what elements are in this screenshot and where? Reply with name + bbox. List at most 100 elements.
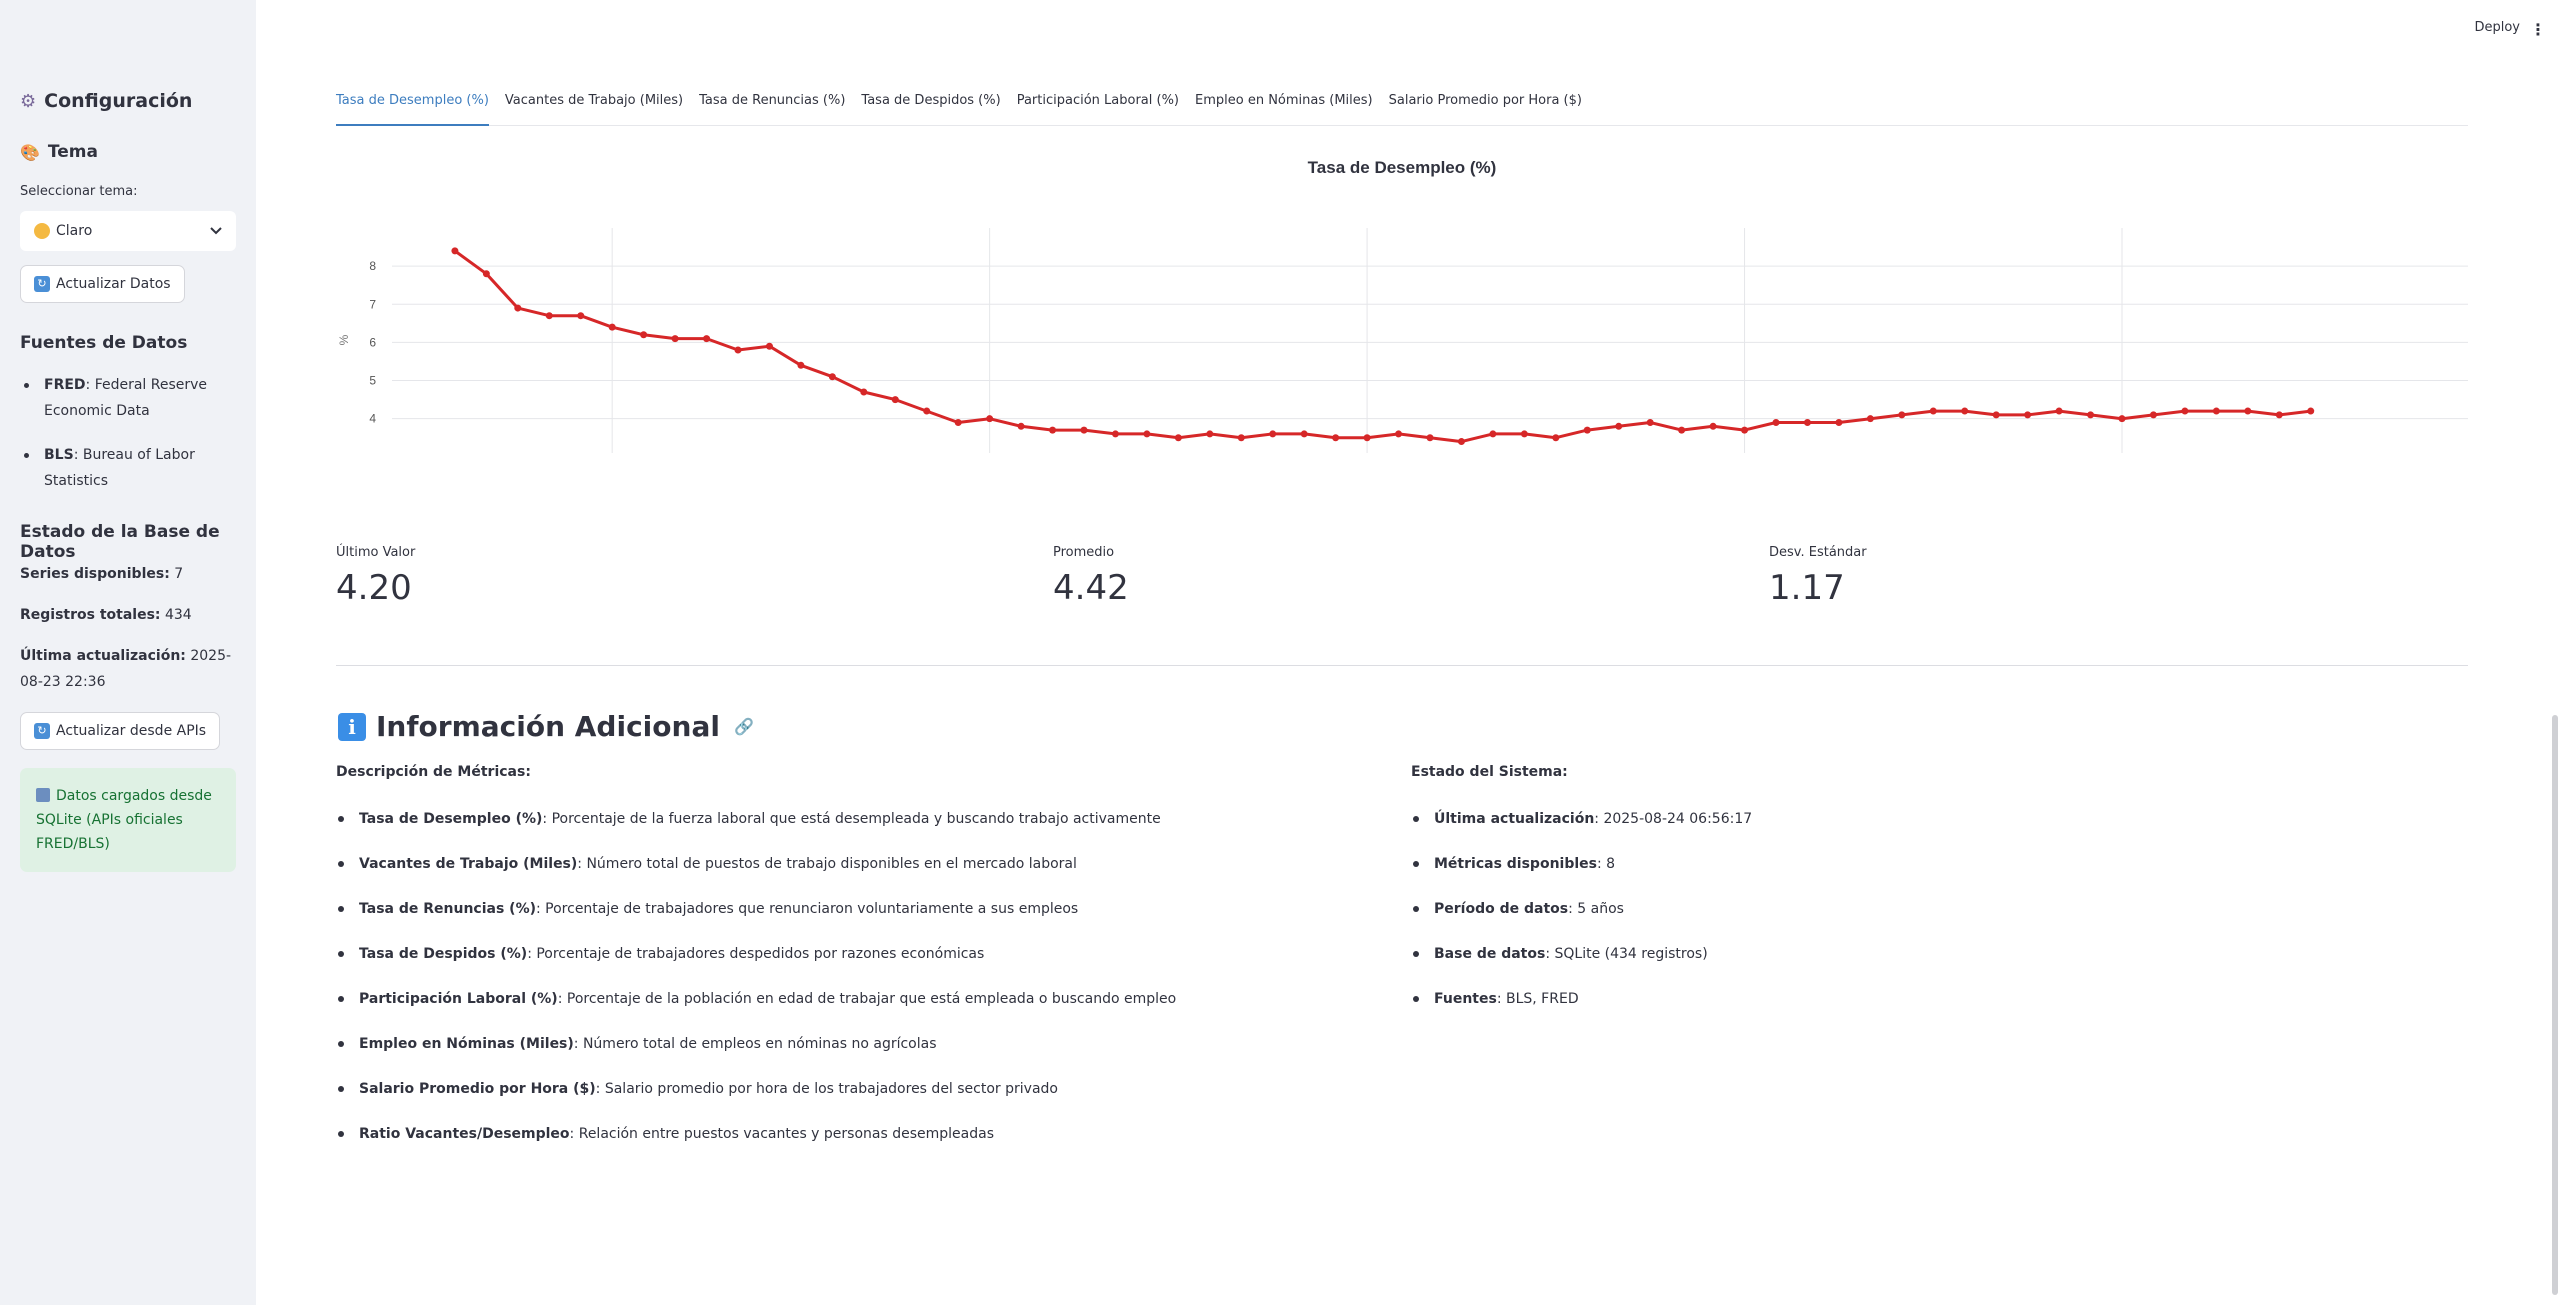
list-item: Tasa de Desempleo (%): Porcentaje de la … — [336, 809, 1176, 854]
line-chart-svg: Tasa de Desempleo (%) 4 5 6 7 8 2021 2022 2023 20… — [337, 158, 2468, 458]
bar-chart-icon — [36, 788, 50, 802]
series-available: Series disponibles: 7 — [20, 566, 184, 582]
y-tick-label: 4 — [369, 412, 376, 426]
list-item: Tasa de Despidos (%): Porcentaje de trab… — [336, 944, 1176, 989]
data-point — [1646, 418, 1654, 426]
data-point — [734, 346, 742, 354]
tab-payrolls[interactable]: Empleo en Nóminas (Miles) — [1195, 76, 1373, 126]
smile-icon — [34, 223, 50, 239]
y-tick-label: 6 — [369, 335, 376, 349]
list-item: Empleo en Nóminas (Miles): Número total … — [336, 1034, 1176, 1079]
list-item: Vacantes de Trabajo (Miles): Número tota… — [336, 854, 1176, 899]
series-line — [454, 249, 2311, 444]
scrollbar-thumb[interactable] — [2552, 715, 2558, 1295]
data-point — [1992, 411, 2000, 419]
data-point — [1143, 430, 1151, 438]
tab-hourly-earnings[interactable]: Salario Promedio por Hora ($) — [1389, 76, 1582, 126]
tab-quits[interactable]: Tasa de Renuncias (%) — [699, 76, 845, 126]
y-tick-label: 5 — [369, 374, 376, 388]
refresh-icon: ↻ — [34, 723, 50, 739]
data-point — [2024, 411, 2032, 419]
list-item: Participación Laboral (%): Porcentaje de… — [336, 989, 1176, 1034]
x-tick-label: 2025 — [2109, 457, 2136, 458]
refresh-button-label: Actualizar Datos — [56, 276, 171, 292]
main-content: Tasa de Desempleo (%) Vacantes de Trabaj… — [256, 60, 2548, 1305]
y-axis-label: % — [337, 334, 351, 345]
tab-participation[interactable]: Participación Laboral (%) — [1017, 76, 1179, 126]
data-point — [608, 323, 616, 331]
source-item: FRED: Federal Reserve Economic Data — [20, 372, 240, 424]
data-point — [797, 361, 805, 369]
data-point — [923, 407, 931, 415]
data-point — [640, 331, 648, 339]
x-tick-label: 2024 — [1731, 457, 1758, 458]
data-point — [1835, 418, 1843, 426]
config-heading: ⚙ Configuración — [20, 90, 192, 112]
data-point — [1583, 426, 1591, 434]
theme-select-label: Seleccionar tema: — [20, 184, 138, 199]
scrollbar[interactable] — [2548, 0, 2560, 1305]
data-point — [1017, 422, 1025, 430]
theme-title: Tema — [47, 142, 98, 162]
data-point — [1489, 430, 1497, 438]
divider — [336, 665, 2468, 666]
system-status-list: Última actualización: 2025-08-24 06:56:1… — [1411, 809, 1752, 1034]
config-title: Configuración — [44, 90, 193, 112]
sidebar: ⚙ Configuración 🎨 Tema Seleccionar tema:… — [0, 0, 256, 1305]
descriptions-list: Tasa de Desempleo (%): Porcentaje de la … — [336, 809, 1176, 1169]
list-item: Salario Promedio por Hora ($): Salario p… — [336, 1079, 1176, 1124]
metric-std-label: Desv. Estándar — [1769, 545, 1867, 560]
update-from-apis-button[interactable]: ↻ Actualizar desde APIs — [20, 712, 221, 750]
list-item: Tasa de Renuncias (%): Porcentaje de tra… — [336, 899, 1176, 944]
data-point — [1049, 426, 1057, 434]
info-section-heading: i Información Adicional 🔗 — [338, 710, 754, 743]
data-point — [514, 304, 522, 312]
theme-heading: 🎨 Tema — [20, 142, 98, 162]
data-point — [1457, 438, 1465, 446]
metric-avg-value: 4.42 — [1053, 568, 1129, 608]
unemployment-chart: Tasa de Desempleo (%) 4 5 6 7 8 2021 2022 2023 20… — [336, 128, 2468, 458]
data-point — [1332, 434, 1340, 442]
data-point — [482, 270, 490, 278]
metric-last-label: Último Valor — [336, 545, 416, 560]
tab-unemployment[interactable]: Tasa de Desempleo (%) — [336, 76, 489, 126]
data-point — [703, 335, 711, 343]
data-point — [1961, 407, 1969, 415]
data-point — [577, 312, 585, 320]
data-point — [1552, 434, 1560, 442]
main-menu-icon[interactable]: ⋮ — [2530, 20, 2546, 39]
x-tick-label: 2021 — [599, 457, 626, 458]
data-loaded-info: Datos cargados desde SQLite (APIs oficia… — [20, 768, 236, 872]
data-point — [891, 396, 899, 404]
data-point — [2087, 411, 2095, 419]
refresh-data-button[interactable]: ↻ Actualizar Datos — [20, 265, 185, 303]
db-status-title: Estado de la Base de Datos — [20, 522, 220, 562]
data-point — [1741, 426, 1749, 434]
metric-std-value: 1.17 — [1769, 568, 1845, 608]
link-icon[interactable]: 🔗 — [734, 717, 754, 736]
theme-select[interactable]: Claro — [20, 211, 236, 251]
list-item: Período de datos: 5 años — [1411, 899, 1752, 944]
data-point — [1615, 422, 1623, 430]
palette-icon: 🎨 — [20, 142, 40, 162]
data-point — [545, 312, 553, 320]
data-point — [451, 247, 459, 255]
info-icon: i — [338, 712, 366, 741]
list-item: Fuentes: BLS, FRED — [1411, 989, 1752, 1034]
data-point — [671, 335, 679, 343]
list-item: Base de datos: SQLite (434 registros) — [1411, 944, 1752, 989]
data-point — [765, 342, 773, 350]
deploy-button[interactable]: Deploy — [2474, 20, 2520, 35]
data-point — [1269, 430, 1277, 438]
data-point — [1300, 430, 1308, 438]
data-point — [986, 415, 994, 423]
data-point — [1709, 422, 1717, 430]
tab-job-openings[interactable]: Vacantes de Trabajo (Miles) — [505, 76, 683, 126]
metric-avg-label: Promedio — [1053, 545, 1115, 560]
data-point — [1898, 411, 1906, 419]
data-point — [2118, 415, 2126, 423]
gear-icon: ⚙ — [20, 90, 37, 112]
data-point — [2149, 411, 2157, 419]
total-records: Registros totales: 434 — [20, 607, 192, 623]
tab-layoffs[interactable]: Tasa de Despidos (%) — [861, 76, 1000, 126]
